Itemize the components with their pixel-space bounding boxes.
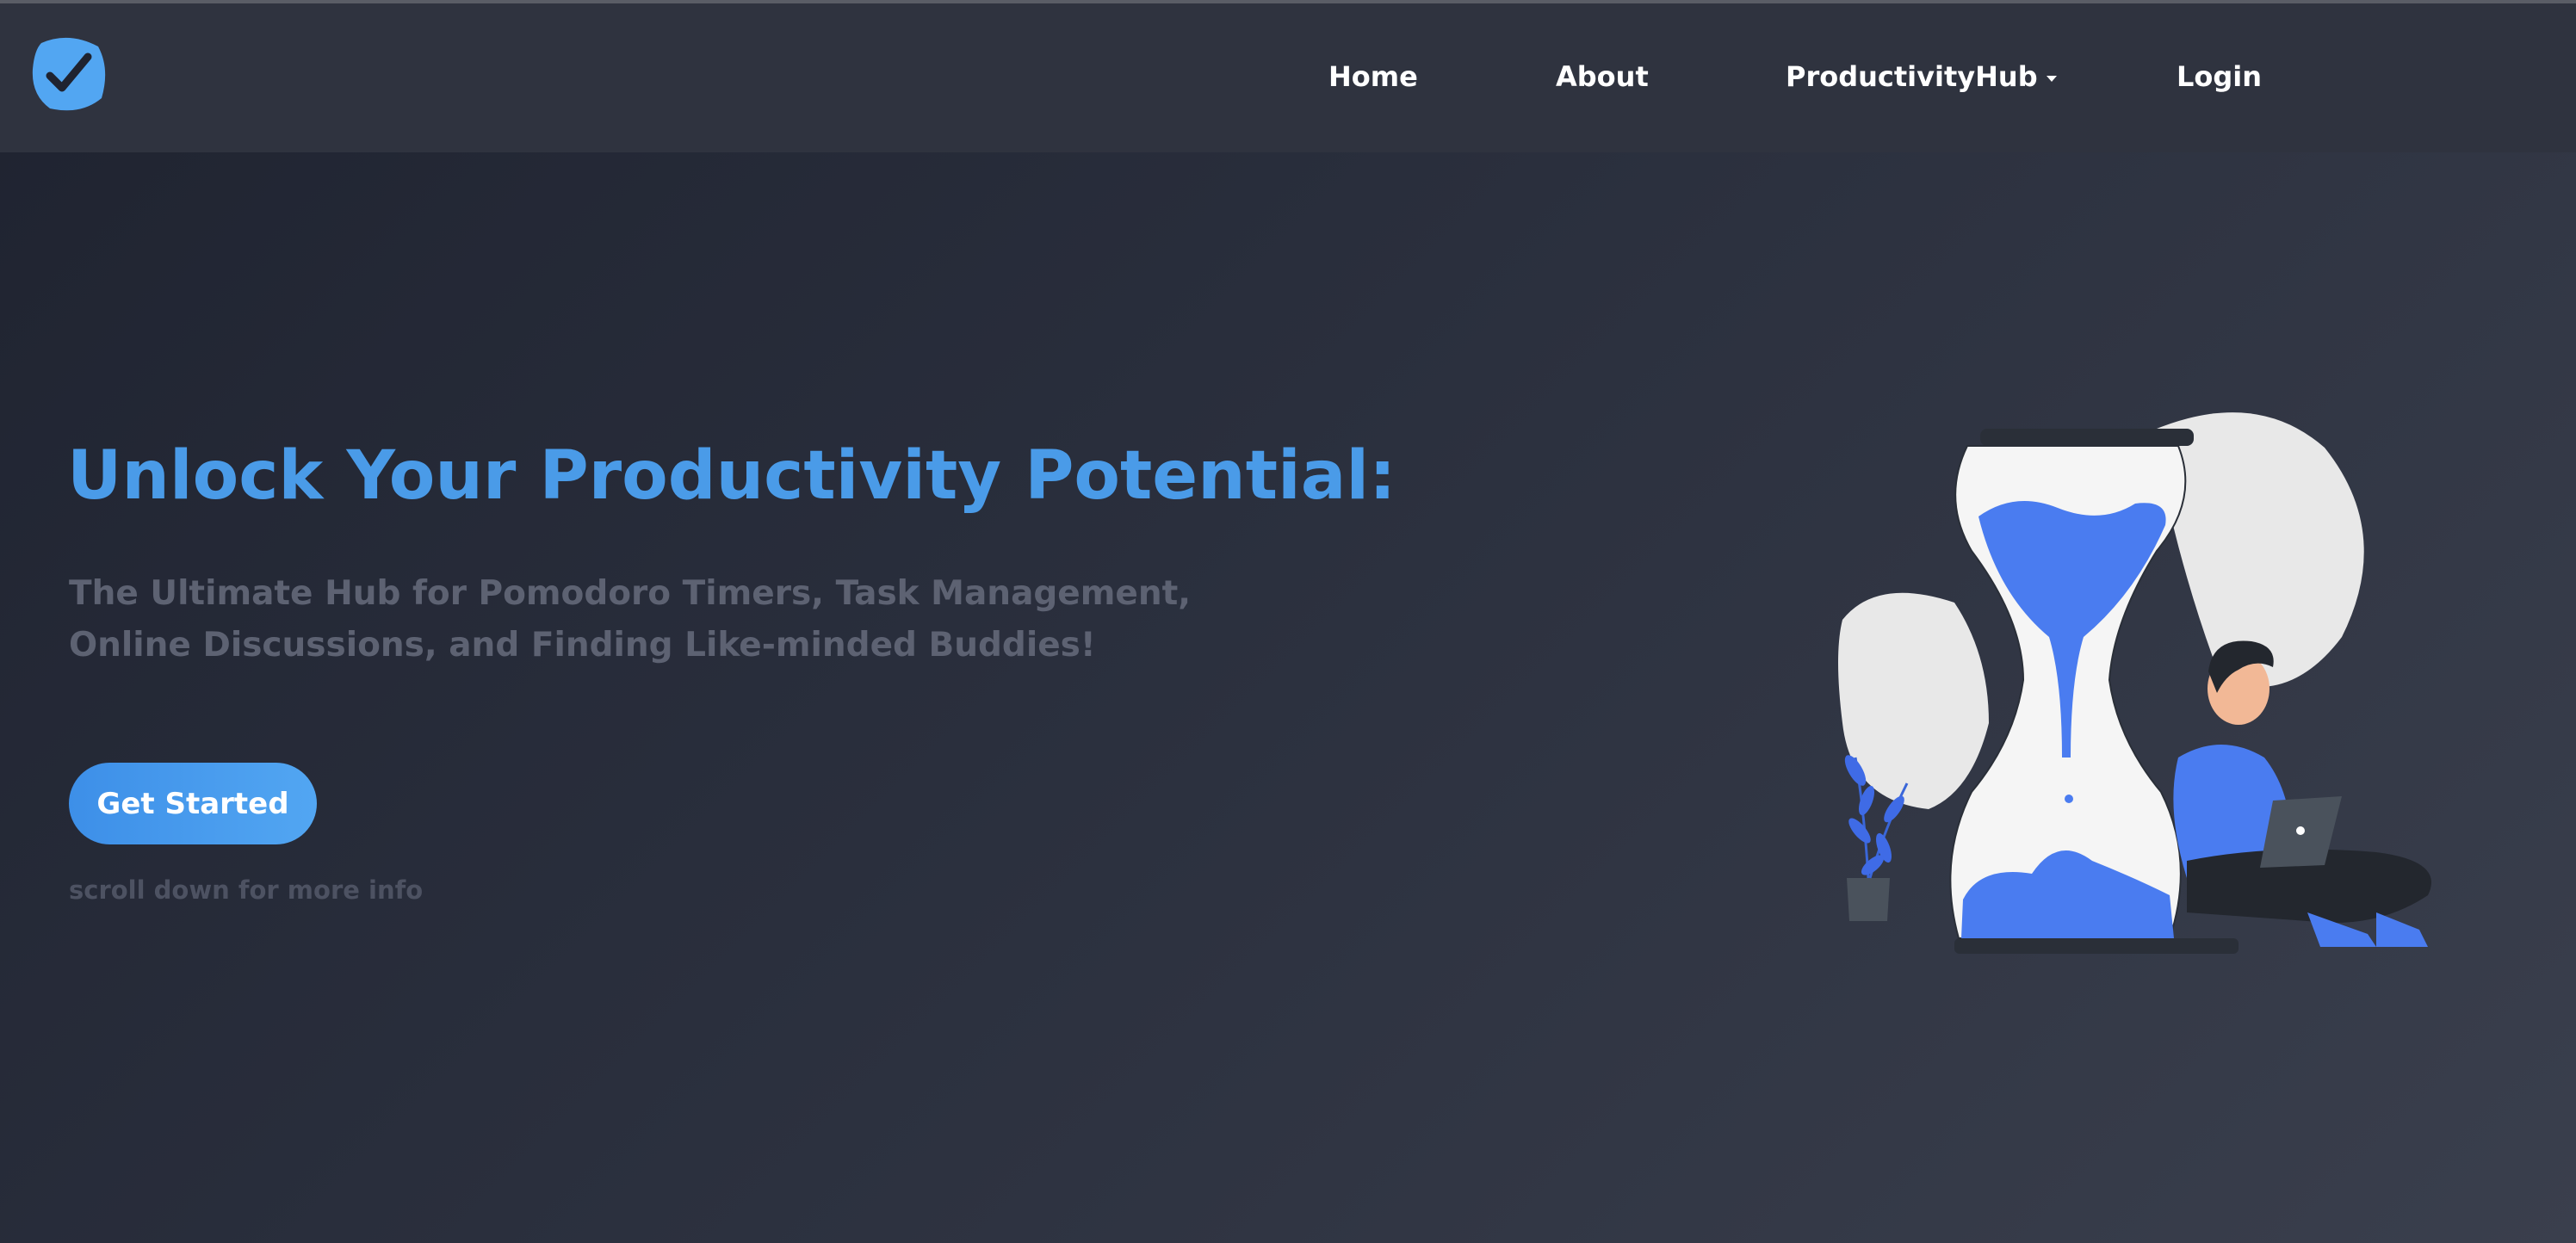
hourglass-person-laptop-illustration <box>1838 412 2431 954</box>
navbar: Home About ProductivityHub Login <box>0 3 2576 152</box>
scroll-hint: scroll down for more info <box>69 875 424 905</box>
checkmark-icon[interactable] <box>29 34 108 114</box>
nav-about-link[interactable]: About <box>1556 60 1649 93</box>
nav-productivityhub-dropdown[interactable]: ProductivityHub <box>1786 60 2057 93</box>
hero-subtitle-line-2: Online Discussions, and Finding Like-min… <box>69 626 1096 665</box>
nav-productivityhub-label: ProductivityHub <box>1786 60 2038 93</box>
person-with-laptop <box>2173 640 2431 947</box>
hero-title: Unlock Your Productivity Potential: <box>67 437 1396 515</box>
nav-home-link[interactable]: Home <box>1328 60 1418 93</box>
hero-subtitle: The Ultimate Hub for Pomodoro Timers, Ta… <box>69 568 1192 671</box>
nav-login-link[interactable]: Login <box>2177 60 2262 93</box>
hero-subtitle-line-1: The Ultimate Hub for Pomodoro Timers, Ta… <box>69 574 1192 613</box>
chevron-down-icon <box>2046 75 2057 82</box>
get-started-button[interactable]: Get Started <box>69 763 317 844</box>
